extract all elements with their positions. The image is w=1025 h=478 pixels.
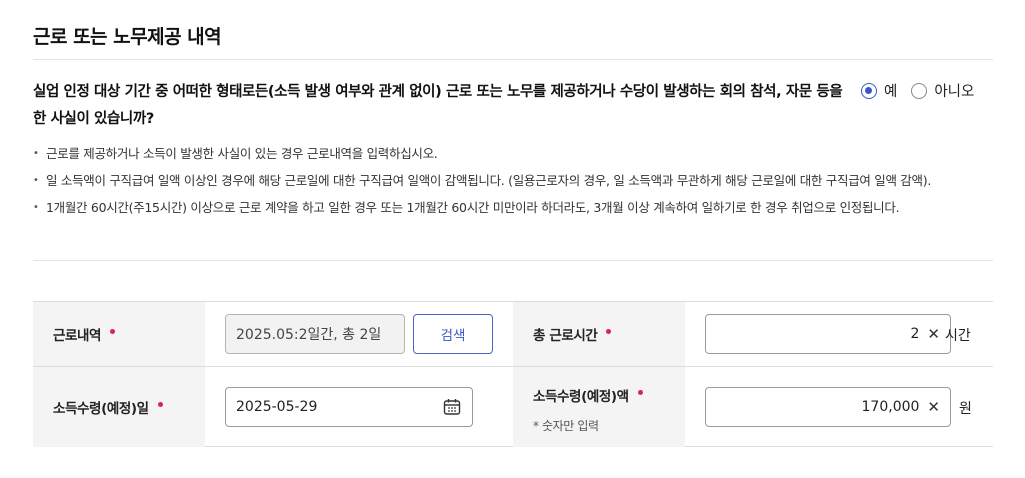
total-hours-label-cell: 총 근로시간 xyxy=(513,302,685,366)
work-history-field: 2025.05:2일간, 총 2일 xyxy=(225,314,405,354)
work-form: 근로내역 2025.05:2일간, 총 2일 검색 총 근로시간 2 ✕ 시간 … xyxy=(33,301,993,447)
divider xyxy=(33,260,993,261)
income-date-input[interactable]: 2025-05-29 xyxy=(225,387,473,427)
work-history-label: 근로내역 xyxy=(53,328,102,344)
radio-checked-icon[interactable] xyxy=(861,82,877,99)
income-date-label-cell: 소득수령(예정)일 xyxy=(33,367,205,447)
total-hours-label: 총 근로시간 xyxy=(533,328,598,344)
required-dot-icon xyxy=(110,328,116,334)
required-dot-icon xyxy=(606,328,612,334)
answer-radio-group: 예 아니오 xyxy=(861,80,988,101)
income-amount-label: 소득수령(예정)액 xyxy=(533,389,629,405)
question-text: 실업 인정 대상 기간 중 어떠한 형태로든(소득 발생 여부와 관계 없이) … xyxy=(33,84,843,127)
income-amount-hint: * 숫자만 입력 xyxy=(533,419,599,433)
close-icon[interactable]: ✕ xyxy=(927,398,940,416)
search-button[interactable]: 검색 xyxy=(413,314,493,354)
close-icon[interactable]: ✕ xyxy=(927,325,940,343)
notes-list: 근로를 제공하거나 소득이 발생한 사실이 있는 경우 근로내역을 입력하십시오… xyxy=(33,141,993,222)
income-date-label: 소득수령(예정)일 xyxy=(53,401,149,417)
form-row: 소득수령(예정)일 2025-05-29 소득수령(예정)액 * 숫자만 입력 … xyxy=(33,367,993,447)
note-item: 일 소득액이 구직급여 일액 이상인 경우에 해당 근로일에 대한 구직급여 일… xyxy=(33,168,993,193)
income-date-value: 2025-05-29 xyxy=(236,399,318,415)
radio-yes-label: 예 xyxy=(884,84,898,100)
note-item: 근로를 제공하거나 소득이 발생한 사실이 있는 경우 근로내역을 입력하십시오… xyxy=(33,141,993,166)
income-amount-value: 170,000 xyxy=(861,399,920,415)
work-history-label-cell: 근로내역 xyxy=(33,302,205,366)
radio-no-label: 아니오 xyxy=(934,84,975,100)
required-dot-icon xyxy=(637,389,643,395)
amount-unit: 원 xyxy=(959,401,972,417)
note-item: 1개월간 60시간(주15시간) 이상으로 근로 계약을 하고 일한 경우 또는… xyxy=(33,195,993,220)
total-hours-input[interactable]: 2 ✕ xyxy=(705,314,951,354)
total-hours-value: 2 xyxy=(910,326,920,342)
radio-no[interactable]: 아니오 xyxy=(911,80,974,101)
calendar-icon[interactable] xyxy=(442,397,462,417)
income-amount-label-cell: 소득수령(예정)액 * 숫자만 입력 xyxy=(513,367,685,447)
form-row: 근로내역 2025.05:2일간, 총 2일 검색 총 근로시간 2 ✕ 시간 xyxy=(33,302,993,367)
section-title: 근로 또는 노무제공 내역 xyxy=(33,26,222,48)
income-amount-input[interactable]: 170,000 ✕ xyxy=(705,387,951,427)
work-history-value: 2025.05:2일간, 총 2일 xyxy=(236,327,382,343)
divider xyxy=(33,59,993,60)
radio-unchecked-icon[interactable] xyxy=(911,82,928,99)
required-dot-icon xyxy=(157,401,163,407)
radio-yes[interactable]: 예 xyxy=(861,80,897,101)
hours-unit: 시간 xyxy=(945,328,971,344)
